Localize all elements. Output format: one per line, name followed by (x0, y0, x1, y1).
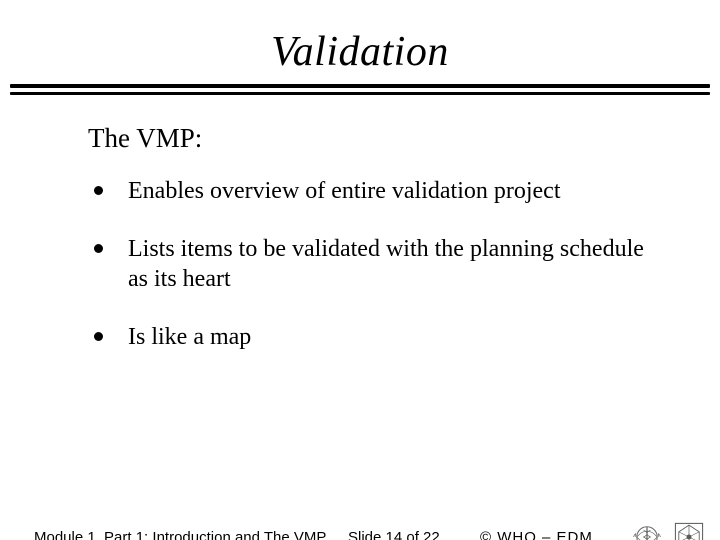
slide-body: The VMP: Enables overview of entire vali… (0, 95, 720, 352)
bullet-item: Lists items to be validated with the pla… (88, 234, 660, 294)
footer-slide-counter: Slide 14 of 22 (348, 529, 440, 540)
footer-module: Module 1, Part 1: Introduction and The V… (34, 529, 326, 540)
bullet-list: Enables overview of entire validation pr… (88, 176, 660, 352)
logo-group (630, 520, 706, 540)
bullet-item: Enables overview of entire validation pr… (88, 176, 660, 206)
who-logo-icon (630, 520, 664, 540)
footer-copyright: © WHO – EDM (480, 529, 593, 540)
slide-title: Validation (0, 28, 720, 76)
slide-subtitle: The VMP: (88, 123, 660, 154)
slide: Validation The VMP: Enables overview of … (0, 28, 720, 540)
edm-logo-icon (672, 520, 706, 540)
bullet-item: Is like a map (88, 322, 660, 352)
title-divider (0, 84, 720, 95)
